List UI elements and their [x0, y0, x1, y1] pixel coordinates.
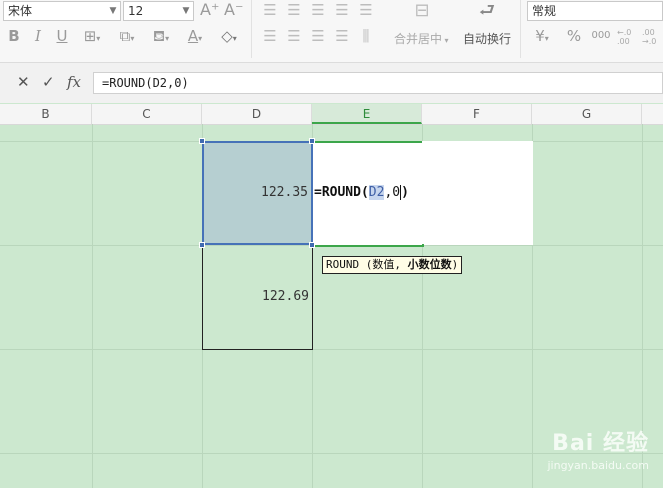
ribbon-toolbar: 宋体 ▼ 12 ▼ A⁺ A⁻ B I U ⊞▾ ⧉▾ ⛾▾ A▾ ◇▾ ☰ ☰… [0, 0, 663, 63]
percent-button[interactable]: % [564, 27, 584, 45]
number-format-select[interactable]: 常规 [527, 1, 663, 21]
column-header-b[interactable]: B [0, 104, 92, 124]
baidu-watermark: Bai 经验 jingyan.baidu.com [547, 425, 649, 472]
watermark-url: jingyan.baidu.com [547, 459, 649, 472]
tooltip-function-name[interactable]: ROUND [326, 258, 359, 271]
active-cell-top-border [312, 141, 422, 143]
distributed-icon[interactable]: ⫼ [358, 27, 374, 45]
border-icon: ⊞ [83, 27, 97, 45]
edit-formula-suffix: ,0 [384, 185, 401, 200]
ribbon-divider [251, 0, 252, 58]
formula-bar: ✕ ✓ fx =ROUND(D2,0) [0, 63, 663, 103]
cancel-icon[interactable]: ✕ [17, 73, 30, 91]
grid-line [92, 124, 93, 488]
edit-formula-close: ) [401, 185, 409, 200]
grow-font-button[interactable]: A⁺ [200, 1, 219, 19]
currency-icon: ¥ [535, 27, 545, 45]
chevron-down-icon: ▾ [544, 34, 549, 43]
increase-decimal-button[interactable]: ←.0 .00 [617, 28, 631, 46]
font-name-select[interactable]: 宋体 ▼ [3, 1, 121, 21]
function-tooltip: ROUND (数值, 小数位数) [322, 256, 463, 274]
chevron-down-icon: ▾ [96, 34, 101, 43]
paint-bucket-icon: ⛾ [152, 27, 166, 45]
column-header-d[interactable]: D [202, 104, 312, 124]
font-color-icon: A [187, 27, 199, 45]
eraser-icon: ◇ [221, 27, 233, 45]
edit-formula-text: =ROUND(D2,0) [314, 185, 409, 200]
chevron-down-icon: ▼ [182, 6, 190, 16]
cell-d3[interactable]: 122.69 [202, 245, 313, 350]
border-button[interactable]: ⊞▾ [80, 27, 104, 48]
chevron-down-icon: ▾ [232, 34, 237, 43]
thousands-button[interactable]: 000 [590, 27, 612, 45]
column-header-g[interactable]: G [532, 104, 642, 124]
align-bottom-icon[interactable]: ☰ [310, 1, 326, 19]
chevron-down-icon: ▾ [130, 34, 135, 43]
underline-button[interactable]: U [54, 27, 70, 45]
font-size-value: 12 [128, 4, 144, 18]
decrease-decimal-bottom: →.0 [642, 37, 657, 46]
shrink-font-button[interactable]: A⁻ [224, 1, 243, 19]
cell-d2[interactable]: 122.35 [202, 141, 313, 245]
number-format-value: 常规 [532, 4, 557, 18]
font-name-value: 宋体 [8, 4, 33, 18]
reference-handle[interactable] [199, 138, 205, 144]
reference-handle[interactable] [309, 242, 315, 248]
column-headers: B C D E F G [0, 104, 663, 125]
insert-function-button[interactable]: fx [67, 73, 81, 91]
cell-style-button[interactable]: ⧉▾ [114, 27, 140, 48]
fill-handle[interactable] [422, 244, 424, 247]
bold-button[interactable]: B [6, 27, 22, 45]
text-left-icon[interactable]: ☰ [262, 27, 278, 45]
column-header-c[interactable]: C [92, 104, 202, 124]
ribbon-divider [520, 0, 521, 58]
edit-formula-reference: D2 [368, 185, 385, 200]
clear-format-button[interactable]: ◇▾ [216, 27, 242, 48]
tooltip-close-paren: ) [451, 258, 459, 271]
increase-decimal-bottom: .00 [617, 37, 630, 46]
text-center-icon[interactable]: ☰ [286, 27, 302, 45]
reference-handle[interactable] [199, 242, 205, 248]
column-header-f[interactable]: F [422, 104, 532, 124]
justify-icon[interactable]: ☰ [334, 27, 350, 45]
wrap-text-icon[interactable]: ⮐ [474, 2, 500, 20]
merge-center-icon[interactable]: ⊟ [408, 2, 436, 20]
cell-e2-editor[interactable]: =ROUND(D2,0) [312, 141, 533, 247]
fill-color-button[interactable]: ⛾▾ [148, 27, 174, 48]
decrease-decimal-top: .00 [642, 28, 655, 37]
font-size-select[interactable]: 12 ▼ [123, 1, 194, 21]
formula-input[interactable]: =ROUND(D2,0) [93, 72, 663, 94]
text-right-icon[interactable]: ☰ [310, 27, 326, 45]
chevron-down-icon: ▾ [198, 34, 203, 43]
reference-handle[interactable] [309, 138, 315, 144]
chevron-down-icon: ▼ [109, 6, 117, 16]
chevron-down-icon: ▾ [165, 34, 170, 43]
align-left-icon[interactable]: ☰ [334, 1, 350, 19]
decrease-decimal-button[interactable]: .00 →.0 [642, 28, 656, 46]
align-top-icon[interactable]: ☰ [262, 1, 278, 19]
increase-decimal-top: ←.0 [617, 28, 632, 37]
column-header-e[interactable]: E [312, 104, 422, 124]
italic-button[interactable]: I [30, 27, 46, 45]
currency-button[interactable]: ¥▾ [530, 27, 554, 48]
align-middle-icon[interactable]: ☰ [286, 1, 302, 19]
active-cell-bottom-border [312, 245, 422, 247]
tooltip-arg-number[interactable]: 数值, [372, 258, 401, 271]
font-color-button[interactable]: A▾ [182, 27, 208, 48]
cell-style-icon: ⧉ [119, 27, 131, 45]
watermark-logo: Bai 经验 [552, 431, 649, 456]
chevron-down-icon: ▾ [442, 36, 449, 45]
edit-formula-prefix: =ROUND( [314, 185, 369, 200]
merge-center-button[interactable]: 合并居中 ▾ [394, 30, 449, 47]
grid-line [0, 349, 663, 350]
wrap-text-button[interactable]: 自动换行 [463, 30, 511, 47]
tooltip-arg-digits[interactable]: 小数位数 [408, 258, 452, 271]
merge-center-label: 合并居中 [394, 32, 443, 46]
indent-icon[interactable]: ☰ [358, 1, 374, 19]
accept-icon[interactable]: ✓ [42, 73, 55, 91]
